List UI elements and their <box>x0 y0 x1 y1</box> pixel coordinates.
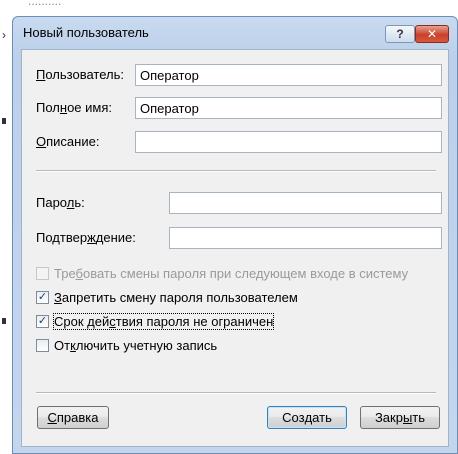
password-label: Пароль: <box>36 195 85 210</box>
description-label: Описание: <box>36 134 100 149</box>
background-marker <box>2 318 6 324</box>
full-name-input[interactable] <box>135 97 442 119</box>
password-input[interactable] <box>169 192 442 214</box>
full-name-label: Полное имя: <box>36 100 112 115</box>
background-chevron-icon: › <box>2 28 6 42</box>
checkbox-label: Требовать смены пароля при следующем вхо… <box>54 266 409 281</box>
confirm-password-label: Подтверждение: <box>36 230 136 245</box>
close-icon: ✕ <box>426 27 438 41</box>
forbid-password-change-checkbox[interactable]: ✓ Запретить смену пароля пользователем <box>36 290 298 305</box>
question-mark-icon: ? <box>396 27 404 41</box>
username-input[interactable] <box>135 64 442 86</box>
help-button[interactable]: Справка <box>37 406 109 429</box>
separator <box>36 170 436 172</box>
screen: .......... › Новый пользователь ? ✕ Поль… <box>0 0 458 454</box>
help-title-button[interactable]: ? <box>385 25 415 43</box>
new-user-dialog: Новый пользователь ? ✕ Пользователь: Пол… <box>12 16 458 454</box>
checkbox-box <box>36 267 49 280</box>
close-button[interactable]: Закр ы ть <box>360 406 440 429</box>
checkbox-label: Запретить смену пароля пользователем <box>54 290 298 305</box>
checkbox-box <box>36 339 49 352</box>
checkmark-icon: ✓ <box>36 291 49 304</box>
background-marker <box>2 118 6 124</box>
close-title-button[interactable]: ✕ <box>415 25 449 43</box>
username-label: Пользователь: <box>36 67 124 82</box>
confirm-password-input[interactable] <box>169 227 442 249</box>
dialog-client-area: Пользователь: Полное имя: Описание: Паро… <box>21 49 449 447</box>
checkmark-icon: ✓ <box>36 315 49 328</box>
dialog-title: Новый пользователь <box>23 25 149 40</box>
background-window-text: .......... <box>28 0 62 8</box>
password-never-expires-checkbox[interactable]: ✓ Срок действия пароля не ограничен <box>36 313 275 330</box>
checkbox-label: Срок действия пароля не ограничен <box>52 313 275 330</box>
checkbox-label: Отключить учетную запись <box>54 338 218 353</box>
require-password-change-checkbox[interactable]: Требовать смены пароля при следующем вхо… <box>36 266 408 281</box>
description-input[interactable] <box>135 131 442 153</box>
disable-account-checkbox[interactable]: Отключить учетную запись <box>36 338 217 353</box>
create-button[interactable]: Соз д ать <box>267 406 347 429</box>
dialog-title-bar[interactable]: Новый пользователь ? ✕ <box>13 17 457 49</box>
separator <box>36 392 436 394</box>
